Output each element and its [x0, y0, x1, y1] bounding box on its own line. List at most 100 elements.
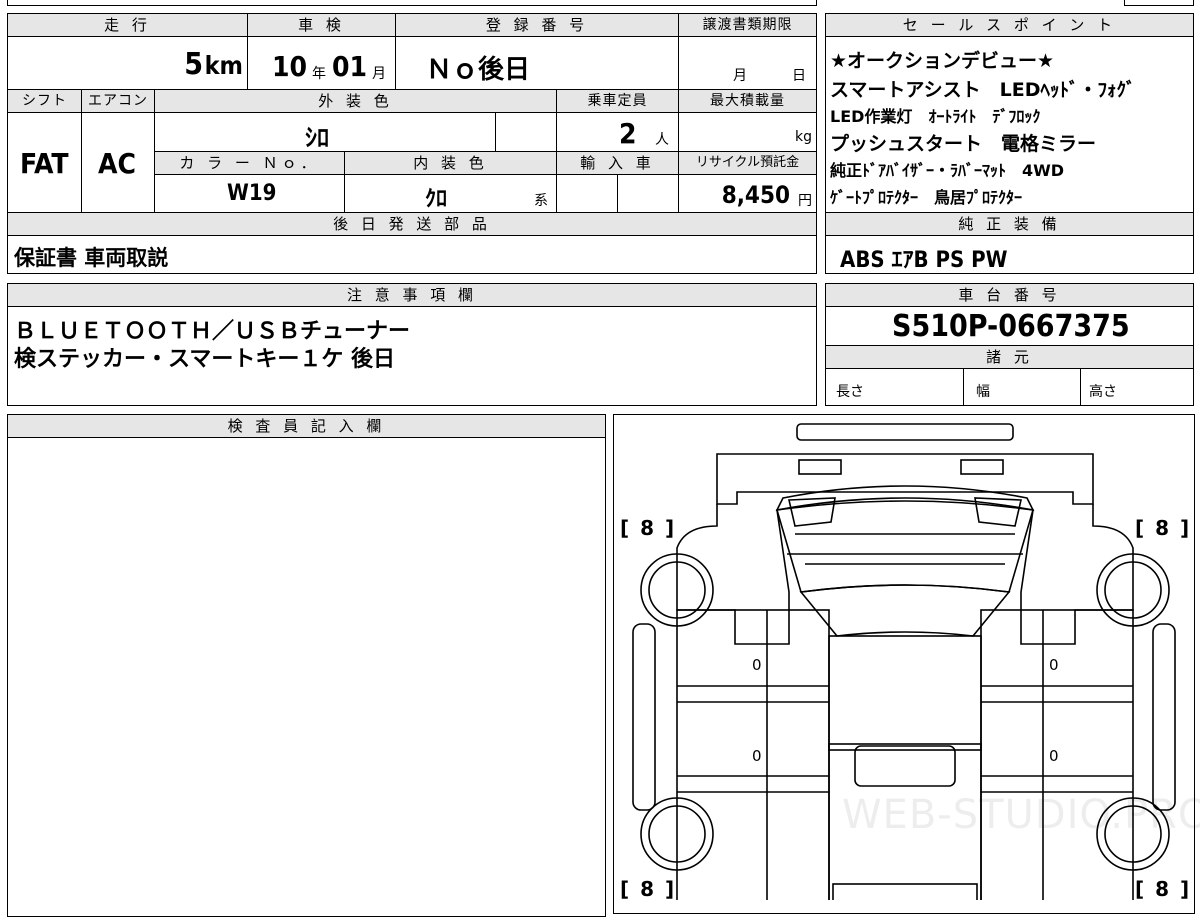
windshield-top	[775, 485, 1035, 512]
registration-cell: Ｎｏ後日	[395, 36, 679, 90]
mileage-header: 走 行	[7, 13, 248, 37]
cab-side-right	[1020, 504, 1134, 645]
later-parts-header: 後 日 発 送 部 品	[7, 212, 817, 236]
cab-roof	[799, 584, 1011, 637]
sales-point-line: LED作業灯 ｵｰﾄﾗｲﾄ ﾃﾞﾌﾛｯｸ	[830, 107, 1041, 126]
color-number-value: W19	[227, 181, 277, 206]
inspector-header: 検 査 員 記 入 欄	[7, 414, 606, 438]
max-load-unit: kg	[795, 129, 812, 145]
damage-mark-left-front: 0	[752, 656, 762, 674]
tire-tread-front-right: [ 8 ]	[1135, 516, 1192, 540]
notes-cell: ＢＬＵＥＴＯＯＴＨ／ＵＳＢチューナー 検ステッカー・スマートキー１ケ 後日	[7, 306, 817, 406]
sales-point-line: スマートアシスト LEDﾍｯﾄﾞ・ﾌｫｸﾞ	[830, 79, 1136, 101]
recycle-deposit-unit: 円	[798, 193, 812, 209]
cab-side-left	[676, 504, 790, 645]
import-header: 輸 入 車	[556, 151, 679, 175]
mileage-cell: 5 km	[7, 36, 248, 90]
bed-center	[828, 635, 982, 900]
import-cell-right	[617, 174, 679, 213]
max-load-header: 最大積載量	[678, 89, 817, 113]
capacity-cell: 2 人	[556, 112, 679, 152]
later-parts-value: 保証書 車両取説	[14, 246, 169, 270]
transfer-deadline-cell: 月 日	[678, 36, 817, 90]
sales-point-line: プッシュスタート 電格ミラー	[830, 133, 1097, 155]
sales-point-line: ｹﾞｰﾄﾌﾟﾛﾃｸﾀｰ 鳥居ﾌﾟﾛﾃｸﾀｰ	[830, 188, 1023, 207]
damage-mark-right-front: 0	[1049, 656, 1059, 674]
top-edge-row-right	[1124, 0, 1194, 6]
transfer-deadline-header: 譲渡書類期限	[678, 13, 817, 37]
exterior-color-value: ｼﾛ	[305, 124, 329, 152]
inspection-cell: 10 年 01 月	[247, 36, 396, 90]
transfer-month-unit: 月	[733, 68, 747, 84]
length-cell: 長さ	[825, 368, 964, 406]
mileage-value: 5	[184, 47, 203, 82]
max-load-cell: kg	[678, 112, 817, 152]
watermark: WEB-STUDIO.PRO	[842, 792, 1200, 838]
tailgate-handle	[854, 745, 956, 787]
registration-value: Ｎｏ後日	[426, 55, 531, 85]
notes-header: 注 意 事 項 欄	[7, 283, 817, 307]
height-cell: 高さ	[1080, 368, 1194, 406]
dimensions-header: 諸 元	[825, 345, 1194, 369]
equipment-header: 純 正 装 備	[825, 212, 1194, 236]
interior-color-header: 内 装 色	[344, 151, 557, 175]
height-label: 高さ	[1089, 384, 1117, 400]
ac-cell: AC	[81, 112, 155, 213]
exterior-color-extra-cell	[495, 112, 557, 152]
width-cell: 幅	[963, 368, 1081, 406]
top-edge-row	[7, 0, 817, 6]
inspection-year: 10	[272, 50, 308, 83]
shift-cell: FAT	[7, 112, 82, 213]
transfer-day-unit: 日	[792, 68, 806, 84]
color-number-cell: W19	[154, 174, 345, 213]
capacity-unit: 人	[655, 132, 669, 148]
inspection-year-unit: 年	[312, 66, 326, 82]
mileage-unit: km	[204, 51, 243, 80]
sales-points-cell: ★オークションデビュー★ スマートアシスト LEDﾍｯﾄﾞ・ﾌｫｸﾞ LED作業…	[825, 36, 1194, 213]
ac-header: エアコン	[81, 89, 155, 113]
recycle-deposit-header: リサイクル預託金	[678, 151, 817, 175]
interior-color-cell: ｸﾛ 系	[344, 174, 557, 213]
chassis-cell: S510P-0667375	[825, 306, 1194, 346]
sales-points-header: セ ー ル ス ポ イ ン ト	[825, 13, 1194, 37]
capacity-value: 2	[619, 117, 637, 150]
interior-color-value: ｸﾛ	[425, 187, 448, 212]
inspection-month-unit: 月	[372, 66, 386, 82]
exterior-color-header: 外 装 色	[154, 89, 557, 113]
notes-line-2: 検ステッカー・スマートキー１ケ 後日	[14, 347, 396, 372]
step-left	[632, 623, 656, 811]
equipment-value: ABS ｴｱB PS PW	[840, 248, 1008, 273]
front-bar	[796, 423, 1014, 441]
sales-point-line: ★オークションデビュー★	[830, 50, 1055, 72]
shift-value: FAT	[20, 147, 69, 180]
inspector-area[interactable]	[7, 437, 606, 917]
later-parts-cell: 保証書 車両取説	[7, 235, 817, 274]
damage-mark-right-rear: 0	[1049, 747, 1059, 765]
cab-glass	[775, 500, 1035, 593]
tire-tread-front-left: [ 8 ]	[620, 516, 677, 540]
tire-tread-rear-right: [ 8 ]	[1135, 877, 1192, 901]
damage-mark-left-rear: 0	[752, 747, 762, 765]
length-label: 長さ	[836, 384, 864, 400]
tire-tread-rear-left: [ 8 ]	[620, 877, 677, 901]
recycle-deposit-cell: 8,450 円	[678, 174, 817, 213]
headlight-right	[960, 459, 1004, 475]
inspection-header: 車 検	[247, 13, 396, 37]
chassis-header: 車 台 番 号	[825, 283, 1194, 307]
headlight-left	[798, 459, 842, 475]
import-cell-left	[556, 174, 618, 213]
registration-header: 登 録 番 号	[395, 13, 679, 37]
capacity-header: 乗車定員	[556, 89, 679, 113]
chassis-number: S510P-0667375	[892, 309, 1130, 344]
color-number-header: カ ラ ー Ｎｏ．	[154, 151, 345, 175]
recycle-deposit-value: 8,450	[721, 181, 790, 209]
interior-color-suffix: 系	[534, 193, 548, 209]
rear-bar	[832, 883, 978, 900]
shift-header: シフト	[7, 89, 82, 113]
exterior-color-cell: ｼﾛ	[154, 112, 496, 152]
step-right	[1152, 623, 1176, 811]
ac-value: AC	[98, 147, 136, 180]
front-panel	[716, 453, 1094, 505]
sales-point-line: 純正ﾄﾞｱﾊﾞｲｻﾞｰ・ﾗﾊﾞｰﾏｯﾄ 4WD	[830, 161, 1065, 180]
equipment-cell: ABS ｴｱB PS PW	[825, 235, 1194, 274]
